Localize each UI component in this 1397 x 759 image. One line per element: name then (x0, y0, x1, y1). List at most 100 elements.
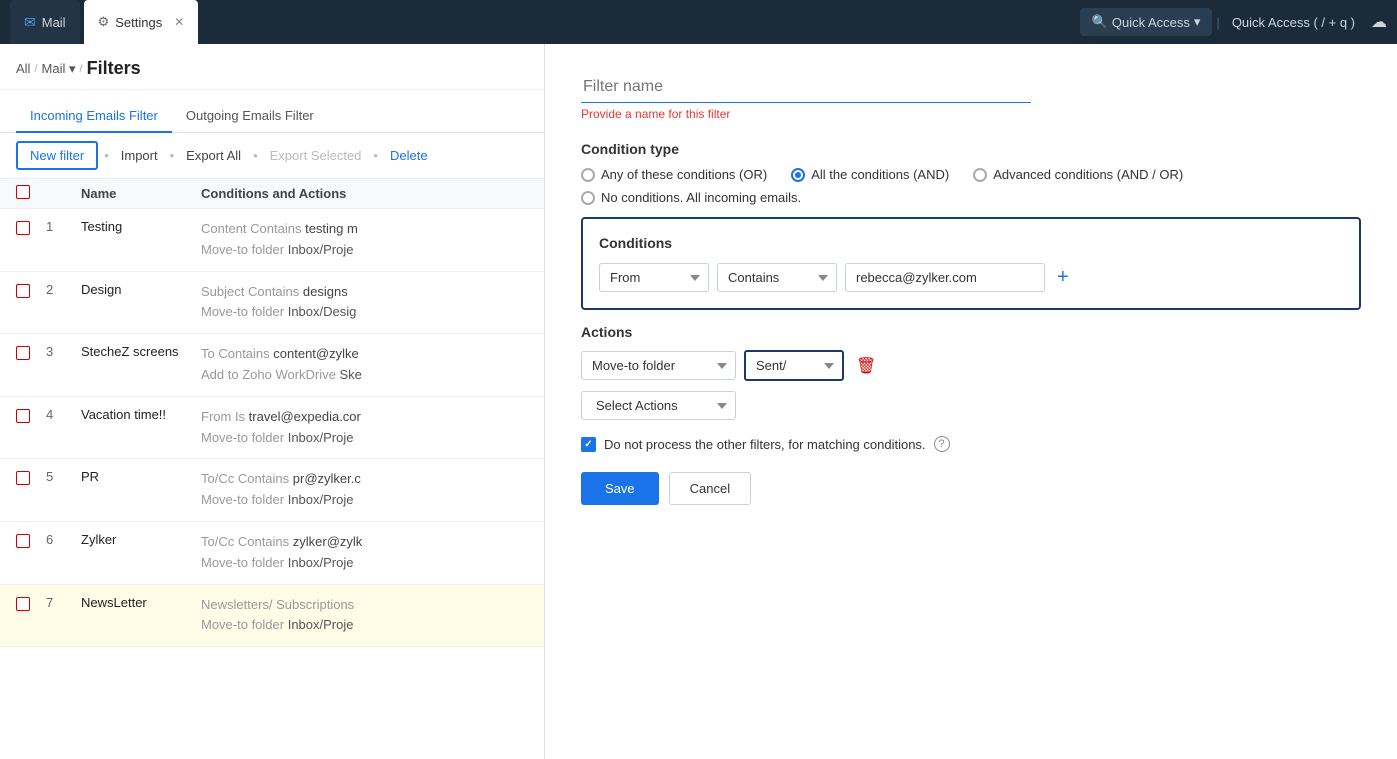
save-button[interactable]: Save (581, 472, 659, 505)
table-row[interactable]: 2 Design Subject Contains designs Move-t… (0, 272, 544, 335)
right-panel: Provide a name for this filter Condition… (545, 44, 1397, 759)
row-checkbox[interactable] (16, 284, 30, 298)
do-not-process-row: Do not process the other filters, for ma… (581, 436, 1361, 452)
filter-name-input[interactable] (581, 72, 1031, 103)
header-check[interactable] (16, 185, 46, 202)
radio-or-circle (581, 168, 595, 182)
table-row[interactable]: 4 Vacation time!! From Is travel@expedia… (0, 397, 544, 460)
header-name: Name (81, 186, 201, 201)
table-row[interactable]: 7 NewsLetter Newsletters/ Subscriptions … (0, 585, 544, 648)
left-panel: All / Mail ▾ / Filters Incoming Emails F… (0, 44, 545, 759)
radio-none[interactable]: No conditions. All incoming emails. (581, 190, 801, 205)
topbar: ✉ Mail ⚙ Settings ✕ 🔍 Quick Access ▾ | Q… (0, 0, 1397, 44)
row-checkbox[interactable] (16, 597, 30, 611)
action-row: Move-to folder Copy-to folder Delete For… (581, 350, 1361, 381)
select-actions-dropdown[interactable]: Select Actions Mark as read Star Forward (581, 391, 736, 420)
delete-button[interactable]: Delete (384, 144, 434, 167)
condition-field-select[interactable]: From To Subject Body (599, 263, 709, 292)
radio-and-label: All the conditions (AND) (811, 167, 949, 182)
cancel-button[interactable]: Cancel (669, 472, 751, 505)
breadcrumb-all[interactable]: All (16, 61, 30, 76)
row-name: PR (81, 469, 201, 484)
form-actions: Save Cancel (581, 472, 1361, 505)
row-conditions: From Is travel@expedia.cor Move-to folde… (201, 407, 528, 449)
row-name: NewsLetter (81, 595, 201, 610)
help-icon[interactable]: ? (934, 436, 950, 452)
conditions-box: Conditions From To Subject Body Contains… (581, 217, 1361, 310)
row-conditions: To/Cc Contains pr@zylker.c Move-to folde… (201, 469, 528, 511)
close-icon[interactable]: ✕ (174, 15, 184, 29)
toolbar: New filter • Import • Export All • Expor… (0, 133, 544, 179)
condition-row: From To Subject Body Contains Does not c… (599, 263, 1343, 292)
action-type-select[interactable]: Move-to folder Copy-to folder Delete For… (581, 351, 736, 380)
delete-action-button[interactable]: 🗑 (852, 356, 880, 376)
table-row[interactable]: 1 Testing Content Contains testing m Mov… (0, 209, 544, 272)
radio-or[interactable]: Any of these conditions (OR) (581, 167, 767, 182)
table-row[interactable]: 3 StecheZ screens To Contains content@zy… (0, 334, 544, 397)
row-number: 3 (46, 344, 81, 359)
row-checkbox[interactable] (16, 534, 30, 548)
conditions-title: Conditions (599, 235, 1343, 251)
row-conditions: Newsletters/ Subscriptions Move-to folde… (201, 595, 528, 637)
select-actions-row: Select Actions Mark as read Star Forward (581, 391, 1361, 420)
quick-access-shortcut-button[interactable]: Quick Access ( / + q ) (1224, 9, 1363, 36)
row-number: 2 (46, 282, 81, 297)
select-all-checkbox[interactable] (16, 185, 30, 199)
row-number: 1 (46, 219, 81, 234)
breadcrumb-filters: Filters (87, 58, 141, 79)
breadcrumb-mail[interactable]: Mail ▾ (42, 61, 76, 77)
radio-and-circle (791, 168, 805, 182)
tab-settings-label: Settings (115, 15, 162, 30)
row-number: 6 (46, 532, 81, 547)
add-condition-button[interactable]: + (1053, 266, 1073, 289)
export-selected-button[interactable]: Export Selected (264, 144, 368, 167)
row-name: Testing (81, 219, 201, 234)
import-button[interactable]: Import (115, 144, 164, 167)
row-name: Vacation time!! (81, 407, 201, 422)
tab-incoming[interactable]: Incoming Emails Filter (16, 100, 172, 133)
radio-advanced[interactable]: Advanced conditions (AND / OR) (973, 167, 1183, 182)
row-conditions: Content Contains testing m Move-to folde… (201, 219, 528, 261)
breadcrumb-sep2: / (80, 63, 83, 75)
row-number: 7 (46, 595, 81, 610)
do-not-process-checkbox[interactable] (581, 437, 596, 452)
row-name: Zylker (81, 532, 201, 547)
search-icon: 🔍 (1092, 14, 1108, 30)
actions-section: Actions Move-to folder Copy-to folder De… (581, 324, 1361, 420)
radio-advanced-label: Advanced conditions (AND / OR) (993, 167, 1183, 182)
action-folder-select[interactable]: Sent/ Inbox/ Trash/ (744, 350, 844, 381)
chevron-down-icon: ▾ (69, 61, 76, 76)
list-header: Name Conditions and Actions (0, 179, 544, 209)
row-conditions: To Contains content@zylke Add to Zoho Wo… (201, 344, 528, 386)
breadcrumb-sep1: / (34, 63, 37, 75)
export-all-button[interactable]: Export All (180, 144, 247, 167)
header-conditions: Conditions and Actions (201, 186, 528, 201)
row-number: 4 (46, 407, 81, 422)
radio-and[interactable]: All the conditions (AND) (791, 167, 949, 182)
radio-group-2: No conditions. All incoming emails. (581, 190, 1361, 205)
tab-settings[interactable]: ⚙ Settings ✕ (84, 0, 199, 44)
table-row[interactable]: 6 Zylker To/Cc Contains zylker@zylk Move… (0, 522, 544, 585)
table-row[interactable]: 5 PR To/Cc Contains pr@zylker.c Move-to … (0, 459, 544, 522)
row-checkbox[interactable] (16, 346, 30, 360)
condition-operator-select[interactable]: Contains Does not contain Is Is not (717, 263, 837, 292)
row-checkbox[interactable] (16, 409, 30, 423)
quick-access-button[interactable]: 🔍 Quick Access ▾ (1080, 8, 1213, 36)
actions-title: Actions (581, 324, 1361, 340)
condition-value-input[interactable] (845, 263, 1045, 292)
settings-icon: ⚙ (98, 14, 110, 30)
radio-advanced-circle (973, 168, 987, 182)
tab-mail[interactable]: ✉ Mail (10, 0, 80, 44)
row-conditions: Subject Contains designs Move-to folder … (201, 282, 528, 324)
filter-list: 1 Testing Content Contains testing m Mov… (0, 209, 544, 759)
row-checkbox[interactable] (16, 221, 30, 235)
radio-none-label: No conditions. All incoming emails. (601, 190, 801, 205)
row-checkbox[interactable] (16, 471, 30, 485)
main-layout: All / Mail ▾ / Filters Incoming Emails F… (0, 44, 1397, 759)
radio-or-label: Any of these conditions (OR) (601, 167, 767, 182)
tab-outgoing[interactable]: Outgoing Emails Filter (172, 100, 328, 133)
row-name: StecheZ screens (81, 344, 201, 359)
filter-name-error: Provide a name for this filter (581, 107, 1361, 121)
cloud-icon: ☁ (1371, 12, 1387, 32)
new-filter-button[interactable]: New filter (16, 141, 98, 170)
